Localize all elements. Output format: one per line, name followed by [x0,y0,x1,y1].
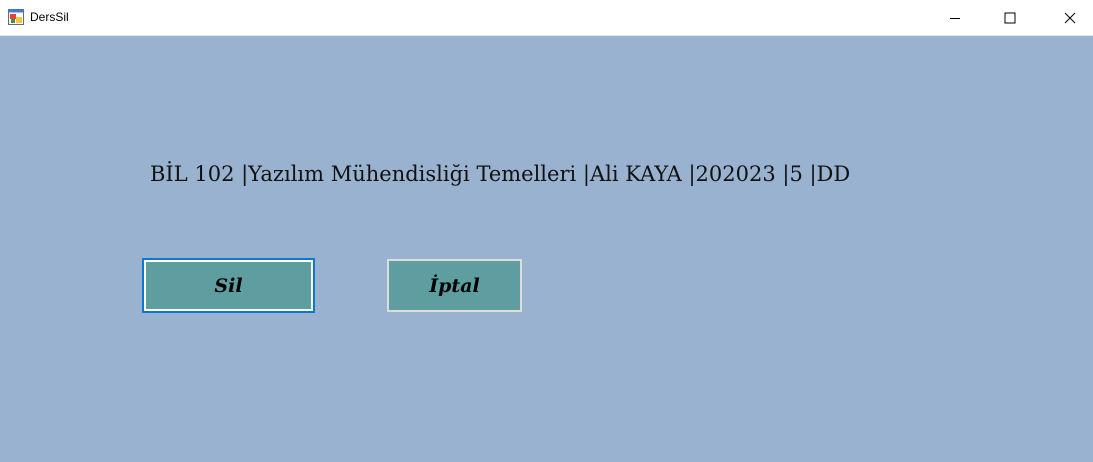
close-button[interactable] [1047,0,1093,35]
cancel-button[interactable]: İptal [387,259,522,312]
delete-button[interactable]: Sil [142,258,315,313]
course-info-label: BİL 102 |Yazılım Mühendisliği Temelleri … [150,162,851,186]
maximize-icon [1004,12,1016,23]
minimize-button[interactable] [932,0,978,35]
maximize-button[interactable] [987,0,1033,35]
app-icon [8,9,24,25]
form-window: DersSil BİL 102 |Yazılım Mühendisliği Te… [0,0,1093,462]
minimize-icon [950,17,960,19]
form-client-area: BİL 102 |Yazılım Mühendisliği Temelleri … [0,36,1093,462]
title-bar[interactable]: DersSil [0,0,1093,36]
window-title: DersSil [30,10,69,24]
close-icon [1064,12,1076,23]
